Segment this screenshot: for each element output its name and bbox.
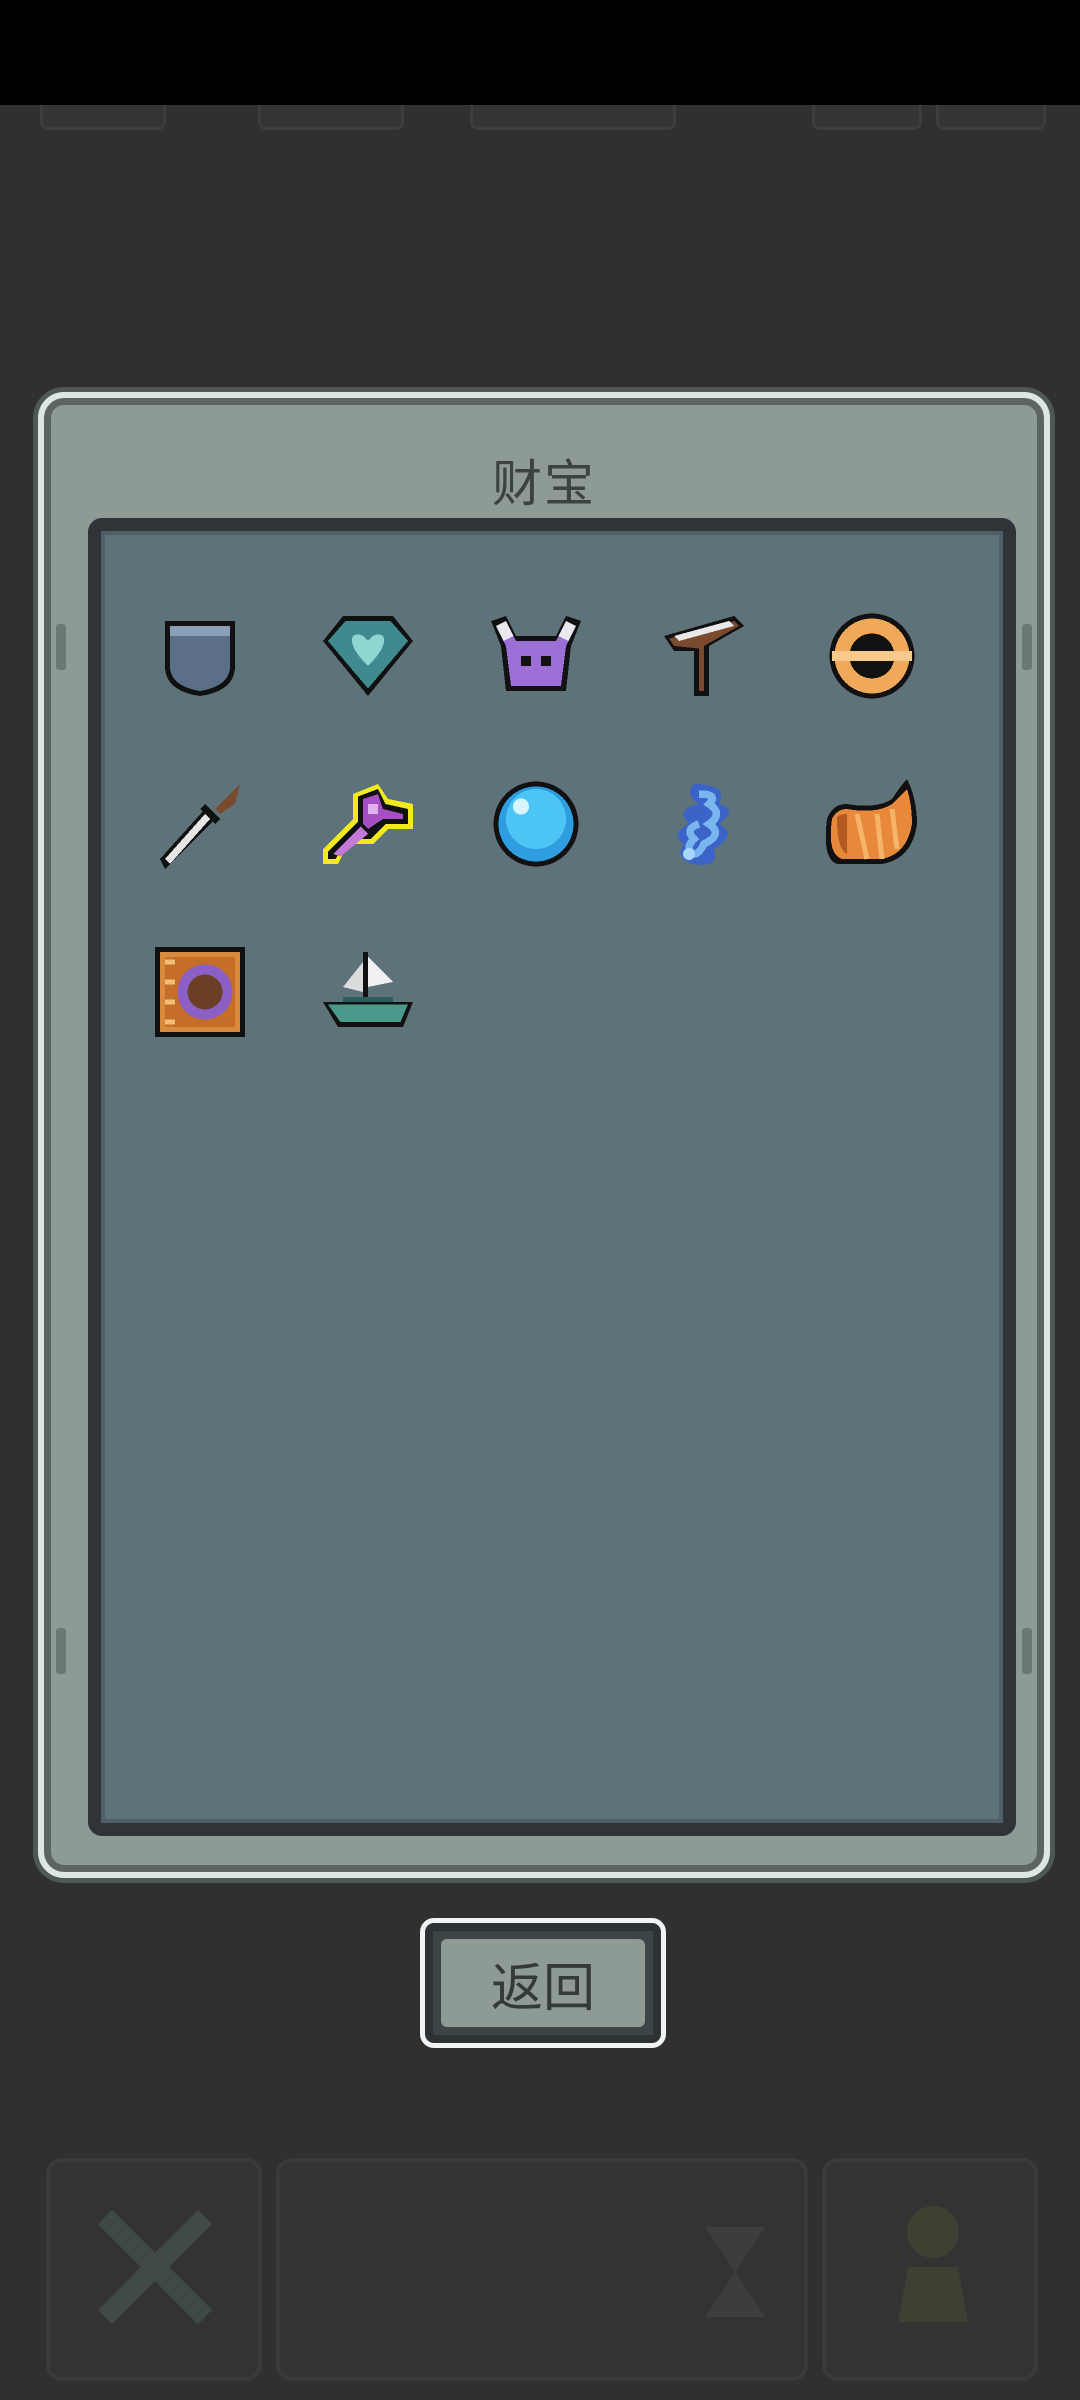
treasure-horned-helmet[interactable] [481,601,591,711]
treasure-slingshot[interactable] [649,601,759,711]
frame-rivet [1022,1628,1032,1674]
background-character-card [822,2158,1038,2381]
background-wait-card [276,2158,808,2381]
treasure-blue-orb[interactable] [481,769,591,879]
ship-icon [323,952,413,1027]
cornucopia-icon [825,779,917,864]
treasure-list [88,518,1016,1836]
background-hud [0,105,1080,135]
treasure-magic-key[interactable] [313,769,423,879]
heart-gem-icon [323,616,413,696]
treasure-pocket[interactable] [145,601,255,711]
blue-flame-icon [677,784,729,865]
treasure-ship[interactable] [313,937,423,1047]
treasure-spell-book[interactable] [145,937,255,1047]
magic-key-icon [323,784,413,864]
horned-helmet-icon [491,616,581,691]
treasure-heart-gem[interactable] [313,601,423,711]
blue-orb-icon [493,781,579,867]
treasure-blue-flame[interactable] [649,769,759,879]
treasure-cornucopia[interactable] [817,769,927,879]
panel-title: 财宝 [492,455,596,513]
treasure-dagger[interactable] [145,769,255,879]
gold-ring-icon [829,613,915,699]
frame-rivet [56,624,66,670]
slingshot-icon [664,616,744,696]
treasure-gold-ring[interactable] [817,601,927,711]
spell-book-icon [155,947,245,1037]
frame-rivet [56,1628,66,1674]
background-attack-card [46,2158,262,2381]
treasure-panel: 财宝 [38,392,1050,1878]
back-button[interactable]: 返回 [420,1918,666,2048]
status-bar [0,0,1080,105]
frame-rivet [1022,624,1032,670]
back-button-label: 返回 [441,1939,645,2027]
dagger-icon [160,784,240,869]
pocket-icon [165,621,235,696]
